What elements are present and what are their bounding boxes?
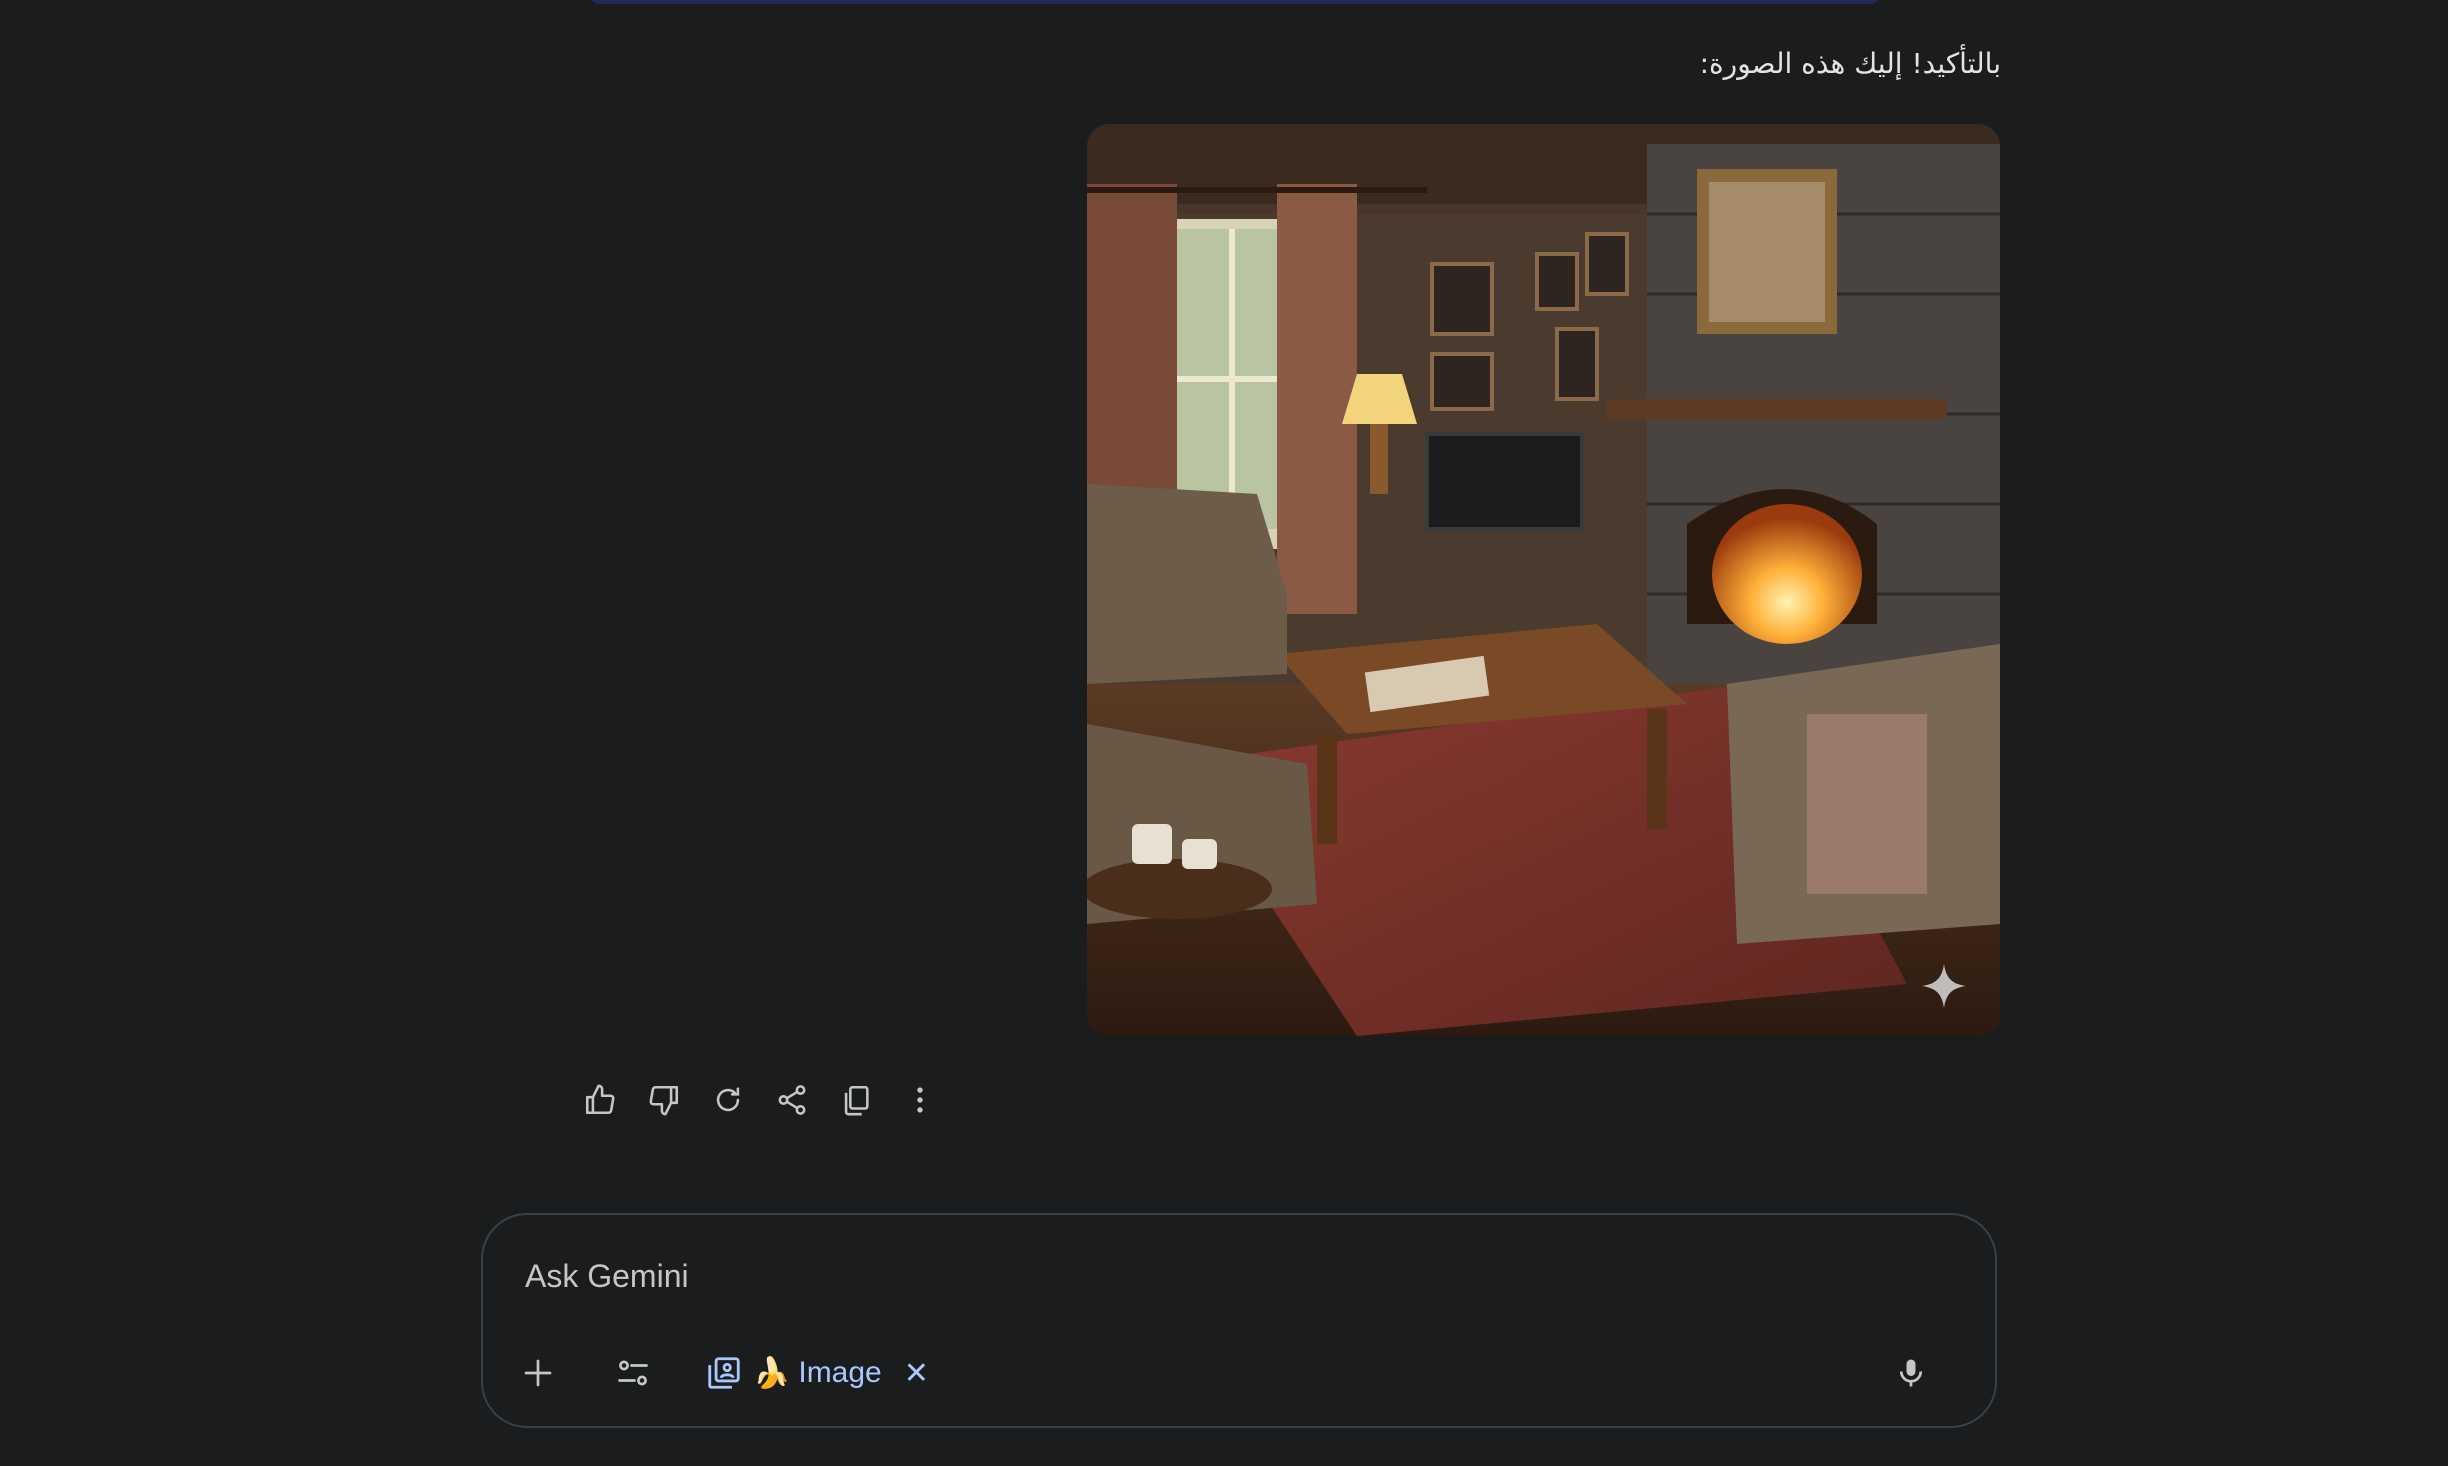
more-options-button[interactable] — [900, 1080, 940, 1120]
previous-message-edge — [590, 0, 1880, 4]
living-room-illustration — [1087, 124, 2000, 1036]
microphone-button[interactable] — [1883, 1345, 1939, 1401]
image-tool-chip[interactable]: 🍌 Image ✕ — [705, 1347, 929, 1399]
copy-icon — [844, 1085, 869, 1116]
generated-image[interactable] — [1087, 124, 2000, 1036]
tools-icon — [618, 1360, 648, 1386]
chip-close-icon[interactable]: ✕ — [904, 1356, 929, 1391]
thumbs-down-icon — [649, 1085, 679, 1116]
sparkle-icon — [1922, 964, 1966, 1008]
microphone-icon — [1899, 1359, 1923, 1387]
regenerate-button[interactable] — [708, 1080, 748, 1120]
chip-label: Image — [798, 1356, 882, 1389]
image-gallery-icon — [708, 1357, 740, 1389]
tools-button[interactable] — [605, 1345, 661, 1401]
banana-emoji: 🍌 — [753, 1356, 791, 1390]
prompt-composer: 🍌 Image ✕ — [481, 1213, 1997, 1428]
response-text: بالتأكيد! إليك هذه الصورة: — [1699, 47, 2001, 80]
response-actions — [580, 1080, 964, 1120]
thumbs-down-button[interactable] — [644, 1080, 684, 1120]
thumbs-up-button[interactable] — [580, 1080, 620, 1120]
add-button[interactable] — [510, 1345, 566, 1401]
regenerate-icon — [716, 1087, 740, 1112]
plus-icon — [524, 1359, 552, 1387]
copy-button[interactable] — [836, 1080, 876, 1120]
share-icon — [778, 1085, 806, 1115]
more-options-icon — [917, 1087, 923, 1113]
thumbs-up-icon — [585, 1084, 615, 1115]
prompt-input[interactable] — [523, 1253, 1827, 1299]
share-button[interactable] — [772, 1080, 812, 1120]
